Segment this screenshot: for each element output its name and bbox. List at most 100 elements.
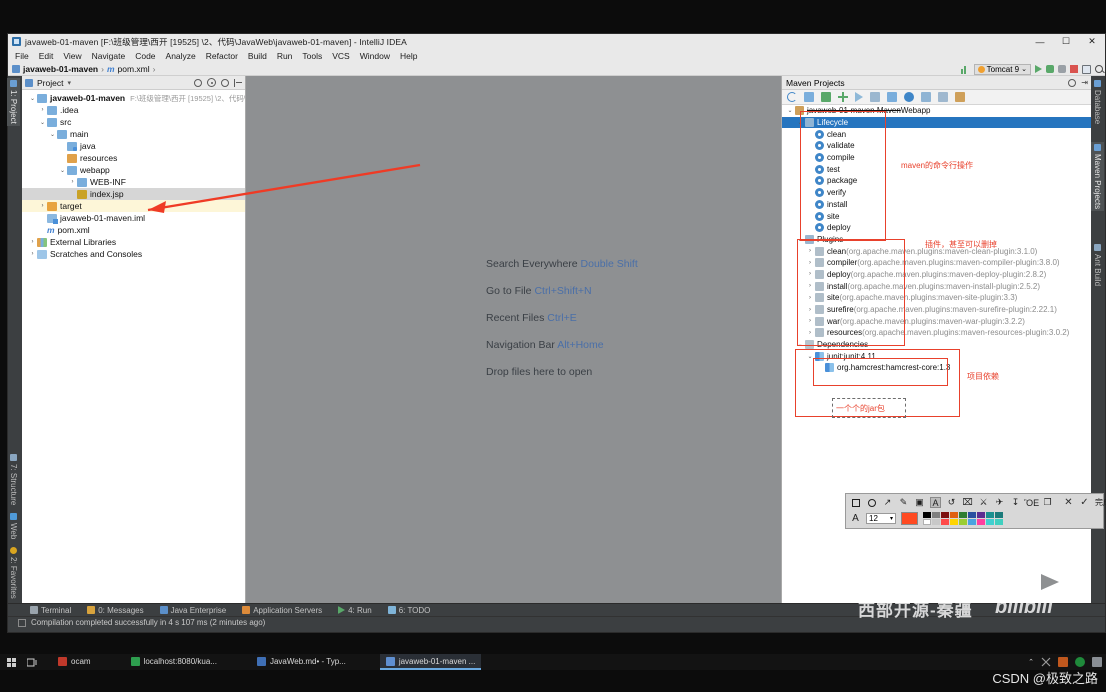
stop-button[interactable]	[1070, 65, 1078, 73]
run-with-coverage-button[interactable]	[1058, 65, 1066, 73]
tree-expand-arrow[interactable]: ›	[805, 330, 815, 336]
sidebar-item-structure[interactable]: 7: Structure	[7, 452, 20, 507]
sidebar-item-web[interactable]: Web	[7, 511, 20, 541]
maven-root-row[interactable]: ⌄ javaweb-01-maven Maven Webapp	[782, 105, 1091, 117]
close-button[interactable]: ✕	[1079, 34, 1105, 49]
maven-goal-row[interactable]: ›install	[782, 199, 1091, 211]
maven-goal-row[interactable]: ›package	[782, 175, 1091, 187]
maven-plugin-row[interactable]: › surefire (org.apache.maven.plugins:mave…	[782, 304, 1091, 316]
execute-goal-icon[interactable]	[855, 92, 863, 102]
toggle-offline-icon[interactable]	[904, 92, 914, 102]
start-button[interactable]	[0, 654, 22, 670]
maven-dependency-row[interactable]: ›org.hamcrest:hamcrest-core:1.3	[782, 362, 1091, 374]
layout-icon[interactable]	[1082, 64, 1091, 74]
palette-swatch[interactable]	[941, 511, 949, 518]
maven-plugin-row[interactable]: › clean (org.apache.maven.plugins:maven-c…	[782, 245, 1091, 257]
maven-plugin-row[interactable]: › deploy (org.apache.maven.plugins:maven-…	[782, 269, 1091, 281]
maven-goal-row[interactable]: ›compile	[782, 152, 1091, 164]
task-view-button[interactable]	[22, 654, 42, 670]
taskbar-item[interactable]: localhost:8080/kua...	[125, 654, 223, 670]
ocr-tool[interactable]: ⚔	[978, 497, 989, 508]
ellipse-tool[interactable]	[866, 497, 877, 508]
maven-plugin-row[interactable]: › war (org.apache.maven.plugins:maven-war…	[782, 315, 1091, 327]
menu-edit[interactable]: Edit	[39, 51, 54, 61]
tree-expand-arrow[interactable]: ⌄	[38, 119, 47, 126]
tree-expand-arrow[interactable]: ›	[28, 251, 37, 257]
save-tool[interactable]: ὋE	[1024, 497, 1039, 508]
palette-swatch[interactable]	[968, 518, 976, 525]
tool-window-button[interactable]: Java Enterprise	[159, 606, 226, 615]
palette-swatch[interactable]	[986, 518, 994, 525]
maven-plugin-row[interactable]: › resources (org.apache.maven.plugins:mav…	[782, 327, 1091, 339]
project-tree-row[interactable]: ›java	[22, 140, 245, 152]
breadcrumb-project[interactable]: javaweb-01-maven	[23, 64, 98, 74]
show-hidden-icons[interactable]: ⌃	[1028, 658, 1034, 666]
tree-expand-arrow[interactable]: ⌄	[795, 236, 805, 243]
taskbar-item[interactable]: JavaWeb.md• - Typ...	[251, 654, 352, 670]
menu-code[interactable]: Code	[135, 51, 155, 61]
tree-expand-arrow[interactable]: ›	[805, 248, 815, 254]
maven-plugin-row[interactable]: › install (org.apache.maven.plugins:maven…	[782, 280, 1091, 292]
run-button[interactable]	[1035, 65, 1042, 73]
minimize-button[interactable]: —	[1027, 34, 1053, 49]
pen-tool[interactable]: ✎	[898, 497, 909, 508]
palette-swatch[interactable]	[950, 518, 958, 525]
tree-expand-arrow[interactable]: ›	[68, 179, 77, 185]
project-tree-row[interactable]: ›javaweb-01-maven.iml	[22, 212, 245, 224]
editor-area[interactable]: Search Everywhere Double Shift Go to File…	[246, 76, 781, 603]
font-size-selector[interactable]: 12 ▾	[866, 512, 896, 524]
undo-tool[interactable]: ↺	[946, 497, 957, 508]
run-configuration-selector[interactable]: Tomcat 9 ⌄	[973, 63, 1031, 75]
maven-plugin-row[interactable]: › site (org.apache.maven.plugins:maven-si…	[782, 292, 1091, 304]
maven-goal-row[interactable]: ›site	[782, 210, 1091, 222]
collapse-all-icon[interactable]	[234, 78, 242, 87]
tool-window-button[interactable]: 0: Messages	[87, 606, 144, 615]
search-icon[interactable]	[1095, 65, 1103, 73]
arrow-tool[interactable]: ↗	[882, 497, 893, 508]
tree-expand-arrow[interactable]: ⌄	[28, 95, 37, 102]
tree-expand-arrow[interactable]: ›	[805, 307, 815, 313]
menu-file[interactable]: File	[15, 51, 29, 61]
sidebar-item-database[interactable]: Database	[1091, 78, 1104, 126]
tree-expand-arrow[interactable]: ›	[28, 239, 37, 245]
tray-app-icon-1[interactable]	[1041, 657, 1051, 667]
palette-swatch[interactable]	[959, 518, 967, 525]
project-tree-row[interactable]: › target	[22, 200, 245, 212]
sidebar-item-ant-build[interactable]: Ant Build	[1091, 242, 1104, 288]
tool-window-button[interactable]: 4: Run	[338, 606, 372, 615]
scroll-to-source-icon[interactable]	[207, 78, 216, 87]
confirm-capture-icon[interactable]: ✓	[1079, 497, 1090, 508]
maven-dependency-row[interactable]: ⌄ junit:junit:4.11	[782, 350, 1091, 362]
tree-expand-arrow[interactable]: ›	[38, 203, 47, 209]
menu-navigate[interactable]: Navigate	[92, 51, 126, 61]
tray-app-icon-2[interactable]	[1058, 657, 1068, 667]
project-tree-row[interactable]: › .idea	[22, 104, 245, 116]
color-palette[interactable]	[923, 511, 1012, 525]
project-tree-row[interactable]: ›resources	[22, 152, 245, 164]
menu-refactor[interactable]: Refactor	[206, 51, 238, 61]
cancel-capture-button[interactable]: ✕	[1063, 497, 1074, 508]
menu-view[interactable]: View	[63, 51, 81, 61]
generate-sources-icon[interactable]	[804, 92, 814, 102]
project-tree-row[interactable]: › WEB-INF	[22, 176, 245, 188]
maven-settings-icon[interactable]	[955, 92, 965, 102]
taskbar-item[interactable]: ocam	[52, 654, 97, 670]
add-maven-project-icon[interactable]	[838, 92, 848, 102]
maven-goal-row[interactable]: ›deploy	[782, 222, 1091, 234]
sidebar-item-favorites[interactable]: 2: Favorites	[7, 545, 20, 601]
tree-expand-arrow[interactable]: ›	[805, 260, 815, 266]
rectangle-tool[interactable]	[850, 497, 861, 508]
chevron-down-icon[interactable]: ▾	[67, 79, 71, 87]
current-color-swatch[interactable]	[901, 511, 918, 525]
menu-tools[interactable]: Tools	[302, 51, 322, 61]
palette-swatch[interactable]	[995, 511, 1003, 518]
locate-icon[interactable]	[194, 78, 202, 87]
project-tree-row[interactable]: ›index.jsp	[22, 188, 245, 200]
tool-window-button[interactable]: Terminal	[30, 606, 71, 615]
tree-expand-arrow[interactable]: ⌄	[805, 353, 815, 360]
pin-tool[interactable]: ✈	[994, 497, 1005, 508]
tree-expand-arrow[interactable]: ›	[38, 107, 47, 113]
maximize-button[interactable]: ☐	[1053, 34, 1079, 49]
maven-plugins-row[interactable]: ⌄ Plugins	[782, 234, 1091, 246]
project-tree[interactable]: ⌄ javaweb-01-maven F:\班级管理\西开 [19525] \2、代…	[22, 90, 245, 603]
